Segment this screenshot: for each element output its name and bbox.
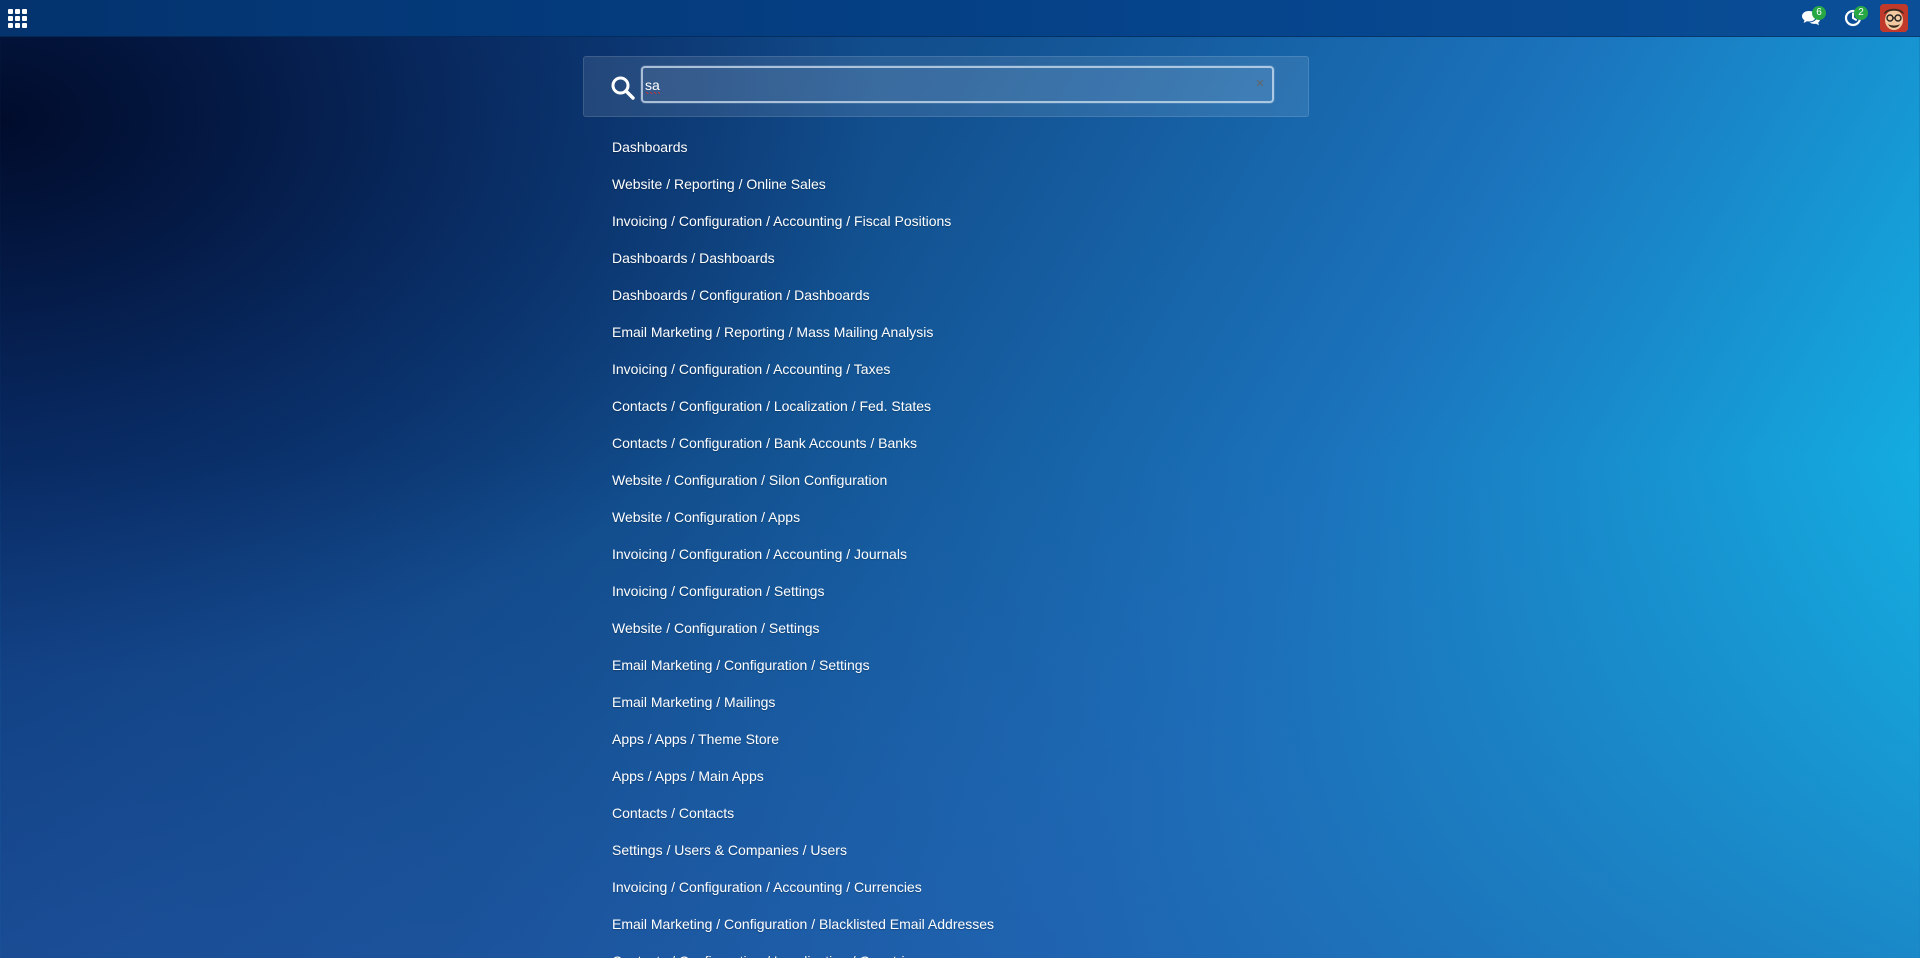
systray: 6 2 xyxy=(1790,0,1920,36)
activities-menu[interactable]: 2 xyxy=(1832,0,1874,36)
search-result-item[interactable]: Email Marketing / Reporting / Mass Maili… xyxy=(612,317,1312,354)
search-result-item[interactable]: Contacts / Contacts xyxy=(612,798,1312,835)
user-avatar[interactable] xyxy=(1880,4,1908,32)
search-result-item[interactable]: Dashboards xyxy=(612,132,1312,169)
search-result-item[interactable]: Website / Configuration / Settings xyxy=(612,613,1312,650)
messages-count-badge: 6 xyxy=(1812,6,1826,20)
search-result-item[interactable]: Dashboards / Configuration / Dashboards xyxy=(612,280,1312,317)
search-result-item[interactable]: Invoicing / Configuration / Settings xyxy=(612,576,1312,613)
search-field: × xyxy=(641,66,1274,103)
search-result-item[interactable]: Email Marketing / Mailings xyxy=(612,687,1312,724)
messages-menu[interactable]: 6 xyxy=(1790,0,1832,36)
search-results-list: Dashboards Website / Reporting / Online S… xyxy=(612,132,1312,958)
search-result-item[interactable]: Apps / Apps / Theme Store xyxy=(612,724,1312,761)
search-result-item[interactable]: Email Marketing / Configuration / Blackl… xyxy=(612,909,1312,946)
search-result-item[interactable]: Contacts / Configuration / Localization … xyxy=(612,946,1312,958)
search-result-item[interactable]: Website / Reporting / Online Sales xyxy=(612,169,1312,206)
search-icon xyxy=(611,76,635,100)
clear-search-icon[interactable]: × xyxy=(1252,76,1268,92)
apps-menu-icon[interactable] xyxy=(6,7,28,29)
search-input[interactable] xyxy=(643,68,1243,101)
search-result-item[interactable]: Invoicing / Configuration / Accounting /… xyxy=(612,539,1312,576)
search-result-item[interactable]: Website / Configuration / Apps xyxy=(612,502,1312,539)
search-result-item[interactable]: Apps / Apps / Main Apps xyxy=(612,761,1312,798)
menu-search-panel: × xyxy=(583,56,1309,117)
search-result-item[interactable]: Dashboards / Dashboards xyxy=(612,243,1312,280)
search-result-item[interactable]: Invoicing / Configuration / Accounting /… xyxy=(612,872,1312,909)
search-result-item[interactable]: Email Marketing / Configuration / Settin… xyxy=(612,650,1312,687)
search-result-item[interactable]: Invoicing / Configuration / Accounting /… xyxy=(612,354,1312,391)
activities-count-badge: 2 xyxy=(1854,6,1868,20)
search-result-item[interactable]: Contacts / Configuration / Bank Accounts… xyxy=(612,428,1312,465)
top-navbar: 6 2 xyxy=(0,0,1920,37)
search-result-item[interactable]: Settings / Users & Companies / Users xyxy=(612,835,1312,872)
spellcheck-underline xyxy=(645,92,660,94)
search-result-item[interactable]: Contacts / Configuration / Localization … xyxy=(612,391,1312,428)
search-result-item[interactable]: Invoicing / Configuration / Accounting /… xyxy=(612,206,1312,243)
search-result-item[interactable]: Website / Configuration / Silon Configur… xyxy=(612,465,1312,502)
avatar-icon xyxy=(1880,4,1908,32)
